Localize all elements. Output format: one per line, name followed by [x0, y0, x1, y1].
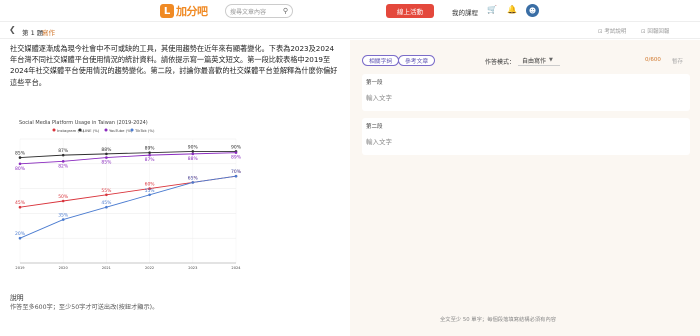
data-label: 82%: [58, 163, 69, 169]
logo-mark: L: [160, 4, 174, 18]
legend-marker: [104, 128, 108, 132]
question-type: 寫作: [42, 29, 55, 37]
search-placeholder[interactable]: 搜尋文章內容: [230, 7, 283, 16]
data-point: [191, 152, 195, 156]
data-label: 89%: [145, 146, 156, 152]
data-point: [234, 174, 238, 178]
chart-series: 45%50%55%60%65%70%85% 87% 88% 89% 90% 90%80% 8…: [15, 144, 242, 240]
paragraph-2-input[interactable]: 輸入文字: [366, 136, 392, 146]
paragraph-2-label: 第二段: [366, 124, 383, 130]
footer-note: 全文至少 50 單字；每個段落填寫結構必須有內容: [440, 317, 557, 323]
mode-label: 作答模式：: [485, 59, 516, 66]
mode-select[interactable]: 自由寫作 ▼: [518, 55, 560, 66]
data-label: 55%: [145, 188, 156, 194]
data-point: [148, 153, 151, 157]
data-point: [18, 236, 22, 240]
data-point: [191, 181, 195, 184]
legend-marker: [78, 128, 82, 132]
search-icon[interactable]: ⚲: [283, 7, 288, 15]
legend-marker: [52, 128, 56, 132]
report-link[interactable]: ⊡ 回報回報: [641, 27, 669, 35]
data-point: [18, 162, 22, 166]
data-label: 90%: [188, 144, 199, 150]
data-label: 87%: [58, 148, 69, 154]
series-line: [19, 175, 237, 239]
data-point: [18, 156, 22, 159]
data-label: 65%: [188, 175, 199, 181]
data-point: [105, 152, 108, 156]
data-label: 55%: [101, 188, 112, 194]
data-point: [148, 151, 151, 154]
data-label: 90%: [231, 144, 242, 150]
avatar[interactable]: ☻: [526, 4, 539, 17]
save-button[interactable]: 暫存: [672, 57, 683, 65]
legend-marker: [130, 128, 134, 132]
data-point: [61, 153, 65, 157]
data-label: 85%: [15, 151, 26, 157]
my-courses-link[interactable]: 我的課程: [452, 7, 478, 17]
paragraph-2-box[interactable]: 第二段 輸入文字: [362, 118, 690, 155]
data-label: 88%: [101, 147, 112, 153]
data-label: 89%: [231, 155, 242, 161]
live-activity-button[interactable]: 線上活動: [386, 4, 434, 18]
word-count: 0/600: [645, 57, 661, 63]
data-point: [18, 205, 22, 209]
x-tick-label: 2023: [188, 266, 197, 270]
data-label: 88%: [188, 156, 199, 162]
paragraph-1-input[interactable]: 輸入文字: [366, 92, 392, 102]
cart-icon[interactable]: 🛒: [487, 5, 497, 14]
x-tick-label: 2019: [15, 266, 25, 270]
related-words-button[interactable]: 相關字詞: [362, 55, 400, 66]
paragraph-1-box[interactable]: 第一段 輸入文字: [362, 74, 690, 111]
data-point: [105, 193, 108, 197]
data-point: [105, 205, 108, 209]
chart-title: Social Media Platform Usage in Taiwan (2…: [19, 120, 148, 126]
legend-label: TikTok (%): [134, 128, 155, 133]
back-arrow-icon[interactable]: ❮: [9, 25, 16, 34]
reference-article-button[interactable]: 參考文章: [398, 55, 436, 66]
legend-label: LINE (%): [83, 128, 100, 133]
logo-text: 加分吧: [176, 5, 208, 18]
exam-info-link[interactable]: ⊡ 考試說明: [598, 27, 626, 35]
explain-text: 作答至多600字；至少50字才可送出改(按鈕才顯示)。: [10, 304, 159, 311]
data-label: 45%: [101, 200, 112, 206]
question-prompt: 社交媒體逐漸成為現今社會中不可或缺的工具，其使用趨勢在近年來有顯著變化。下表為2…: [10, 44, 338, 87]
usage-line-chart: Social Media Platform Usage in Taiwan (2…: [15, 120, 242, 270]
legend-label: YouTube (%): [109, 128, 133, 133]
data-point: [61, 199, 65, 203]
data-point: [191, 150, 195, 153]
x-tick-label: 2021: [102, 266, 111, 270]
x-tick-label: 2024: [231, 266, 241, 270]
data-label: 35%: [58, 213, 69, 219]
series-line: [19, 152, 237, 165]
data-point: [148, 193, 151, 197]
data-label: 20%: [15, 231, 26, 237]
logo[interactable]: L 加分吧: [160, 3, 208, 19]
data-label: 80%: [15, 166, 26, 172]
explain-title: 說明: [10, 294, 24, 302]
chevron-down-icon: ▼: [549, 57, 553, 63]
data-point: [105, 156, 108, 159]
bell-icon[interactable]: 🔔: [507, 5, 517, 14]
data-point: [61, 160, 65, 163]
data-point: [61, 218, 65, 221]
data-label: 87%: [145, 157, 156, 163]
x-tick-label: 2020: [59, 266, 69, 270]
data-label: 60%: [145, 182, 156, 188]
data-point: [234, 151, 238, 154]
top-bar: [0, 0, 700, 22]
data-label: 45%: [15, 200, 26, 206]
data-label: 50%: [58, 194, 69, 200]
paragraph-1-label: 第一段: [366, 80, 383, 86]
search-input[interactable]: 搜尋文章內容 ⚲: [225, 4, 293, 18]
data-label: 85%: [101, 160, 112, 166]
x-tick-label: 2022: [145, 266, 154, 270]
data-label: 70%: [231, 169, 242, 175]
question-number: 第 1 題: [22, 29, 44, 37]
chart-x-ticks: 2019 2020 2021 2022 2023 2024: [15, 266, 241, 270]
question-bar: [0, 22, 700, 39]
chart-legend: Instagram (%)LINE (%) YouTube (%) TikTok (…: [52, 128, 155, 133]
mode-value: 自由寫作: [522, 57, 547, 65]
